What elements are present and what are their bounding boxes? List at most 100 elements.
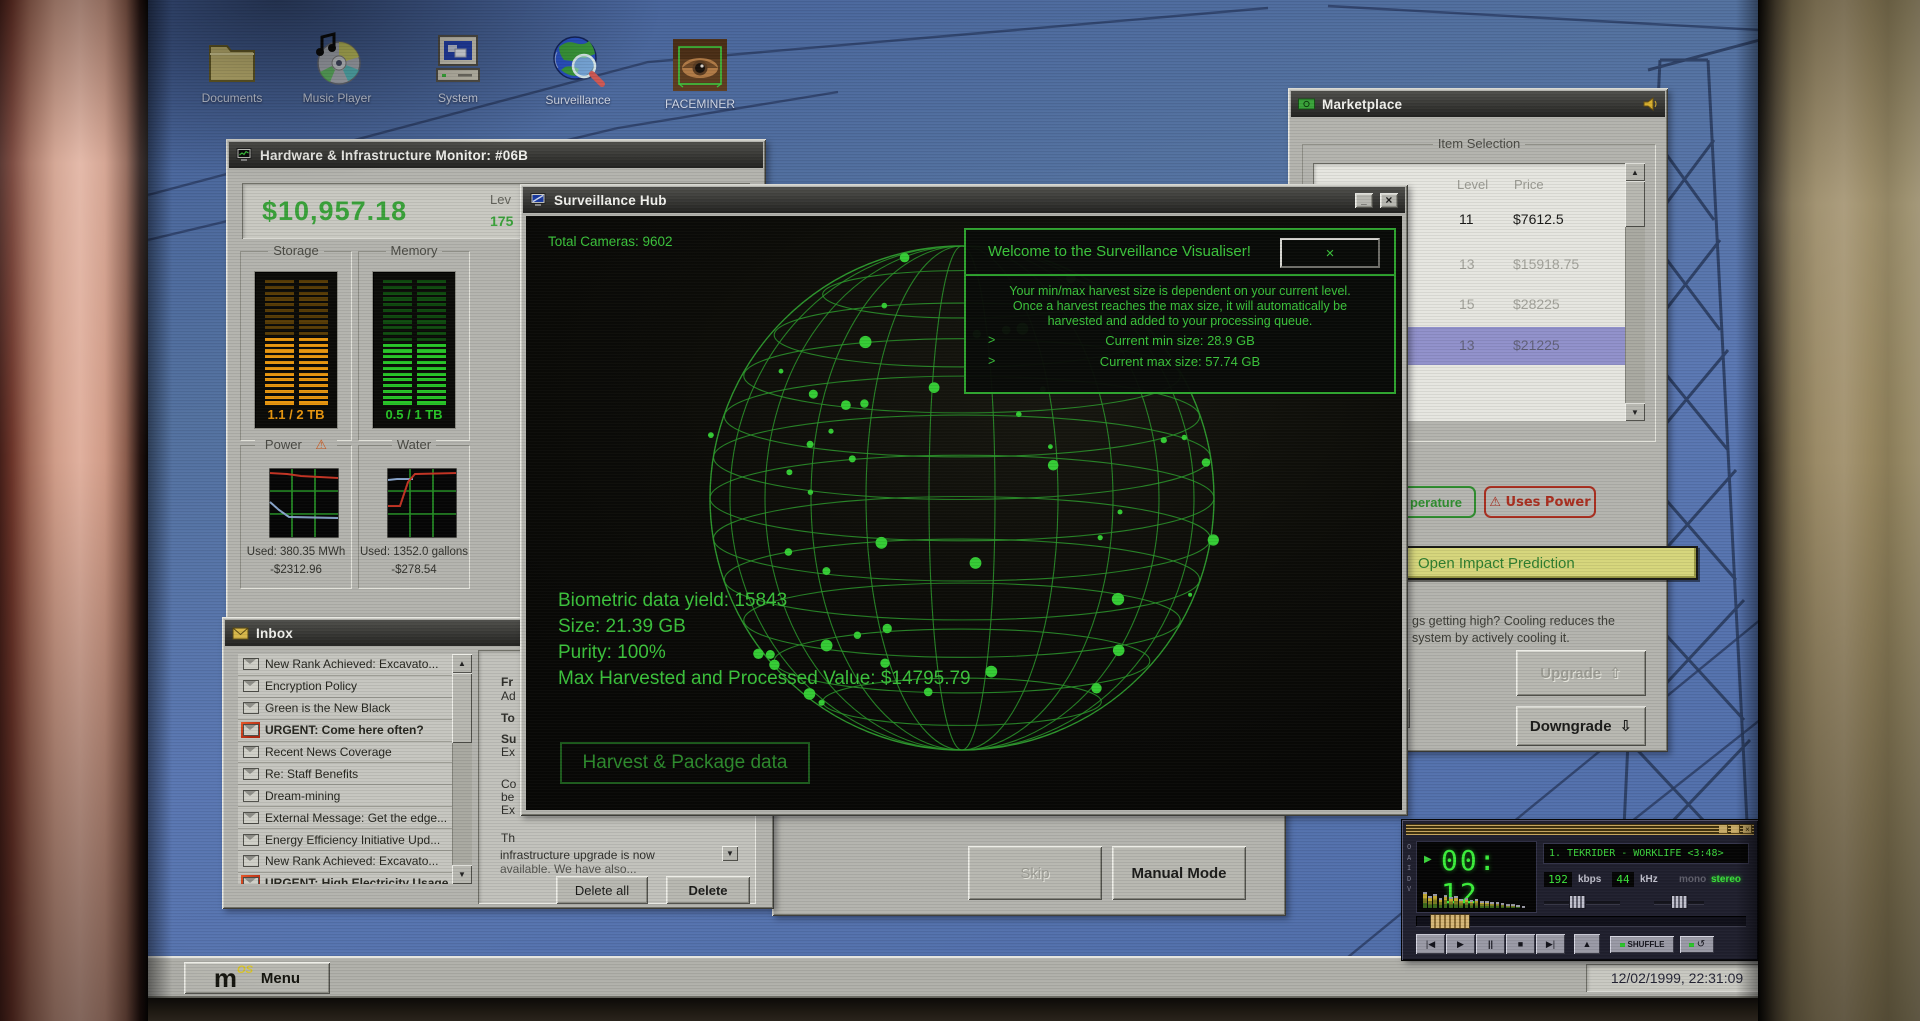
inbox-item[interactable]: Energy Efficiency Initiative Upd... <box>238 829 452 852</box>
uses-power-badge: ⚠ Uses Power <box>1484 486 1596 518</box>
max-size-line: Current max size: 57.74 GB <box>1099 354 1261 369</box>
previous-button[interactable]: |◀ <box>1416 934 1445 954</box>
delete-button[interactable]: Delete <box>666 876 750 904</box>
monitor-bezel-right <box>1758 0 1920 1021</box>
item-level[interactable]: 15 <box>1459 296 1475 312</box>
play-button[interactable]: ▶ <box>1446 934 1475 954</box>
pane-fragment: Th <box>501 831 516 845</box>
seek-bar[interactable] <box>1416 914 1746 929</box>
open-impact-prediction-button[interactable]: Open Impact Prediction <box>1372 546 1698 580</box>
item-price[interactable]: $28225 <box>1513 296 1560 312</box>
shuffle-flag-icon <box>1619 942 1625 947</box>
pane-fragment: Ex <box>501 745 516 759</box>
inbox-item[interactable]: New Rank Achieved: Excavato... <box>238 654 452 676</box>
taskbar-clock[interactable]: 12/02/1999, 22:31:09 <box>1586 964 1768 992</box>
inbox-item[interactable]: New Rank Achieved: Excavato... <box>238 851 452 873</box>
inbox-item[interactable]: Green is the New Black <box>238 697 452 720</box>
inbox-item[interactable]: Re: Staff Benefits <box>238 763 452 786</box>
player-shade-button[interactable] <box>1731 825 1740 834</box>
mail-icon <box>241 853 260 869</box>
scroll-up-button[interactable]: ▲ <box>1625 163 1645 181</box>
item-level[interactable]: 13 <box>1459 256 1475 272</box>
desktop-icon-music-player[interactable]: Music Player <box>291 32 383 105</box>
marketplace-titlebar[interactable]: Marketplace <box>1291 91 1665 117</box>
player-titlebar[interactable]: × <box>1406 824 1754 835</box>
downgrade-button[interactable]: Downgrade ⇩ <box>1516 706 1646 746</box>
shuffle-button[interactable]: SHUFFLE <box>1610 936 1674 953</box>
desktop-icon-label: System <box>437 91 478 105</box>
inbox-item-urgent[interactable]: URGENT: High Electricity Usage <box>238 872 452 884</box>
scroll-down-button[interactable]: ▼ <box>1625 403 1645 421</box>
item-level[interactable]: 11 <box>1459 211 1474 227</box>
menu-button[interactable]: m OS Menu <box>184 962 330 994</box>
skip-button[interactable]: Skip <box>968 846 1102 900</box>
inbox-scrollbar[interactable]: ▲ ▼ <box>452 654 472 884</box>
repeat-button[interactable]: ↺ <box>1680 936 1714 953</box>
item-price: $21225 <box>1513 337 1560 353</box>
desktop-icon-documents[interactable]: Documents <box>186 36 278 105</box>
volume-slider[interactable] <box>1544 896 1620 909</box>
item-price[interactable]: $7612.5 <box>1513 211 1564 227</box>
close-button[interactable]: × <box>1380 192 1398 208</box>
inbox-item-urgent[interactable]: URGENT: Come here often? <box>238 719 452 742</box>
dialog-body: Your min/max harvest size is dependent o… <box>1009 284 1351 328</box>
balance-amount: $10,957.18 <box>262 196 408 226</box>
seek-handle[interactable] <box>1430 914 1470 929</box>
track-title[interactable]: 1. TEKRIDER - WORKLIFE <3:48> <box>1544 844 1748 863</box>
play-indicator-icon: ▶ <box>1424 854 1432 865</box>
inbox-item[interactable]: Dream-mining <box>238 785 452 808</box>
next-button[interactable]: ▶| <box>1536 934 1565 954</box>
eye-photo-icon <box>673 39 727 91</box>
desktop-icon-system[interactable]: System <box>412 32 504 105</box>
item-price[interactable]: $15918.75 <box>1513 256 1579 272</box>
player-display: ▶ 00: 12 <box>1417 842 1536 912</box>
harvest-package-button[interactable]: Harvest & Package data <box>560 742 810 784</box>
desktop-icon-label: Music Player <box>302 91 372 105</box>
mail-preview-line: infrastructure upgrade is now <box>500 848 655 862</box>
scroll-up-button[interactable]: ▲ <box>452 654 472 673</box>
scroll-thumb[interactable] <box>452 673 472 743</box>
storage-value: 1.1 / 2 TB <box>267 407 325 422</box>
minimize-button[interactable]: _ <box>1355 192 1373 208</box>
hardware-monitor-titlebar[interactable]: Hardware & Infrastructure Monitor: #06B <box>229 142 763 168</box>
stop-button[interactable]: ■ <box>1506 934 1535 954</box>
balance-slider[interactable] <box>1654 896 1704 909</box>
power-chart <box>269 468 339 538</box>
pane-from-fragment: Fr <box>501 675 513 689</box>
speaker-icon[interactable] <box>1643 97 1658 111</box>
inbox-item[interactable]: Encryption Policy <box>238 675 452 698</box>
monitor-icon <box>530 193 546 206</box>
preview-scroll-down-button[interactable]: ▼ <box>722 846 738 861</box>
welcome-dialog-title: Welcome to the Surveillance Visualiser! <box>988 243 1251 260</box>
taskbar: m OS Menu 12/02/1999, 22:31:09 <box>148 956 1768 998</box>
inbox-item[interactable]: Recent News Coverage <box>238 741 452 764</box>
power-group: Power ⚠ Used: 380.35 MWh -$2312.96 <box>240 437 352 589</box>
player-close-button[interactable]: × <box>1743 825 1752 834</box>
desktop-icon-faceminer[interactable]: FACEMINER <box>654 38 746 111</box>
item-list-scrollbar[interactable]: ▲ ▼ <box>1625 163 1645 421</box>
upgrade-button[interactable]: Upgrade ⇧ <box>1516 650 1646 696</box>
scroll-down-button[interactable]: ▼ <box>452 865 472 884</box>
os-logo: m <box>213 963 237 993</box>
surveillance-hub-titlebar[interactable]: Surveillance Hub _ × <box>523 187 1405 213</box>
stereo-indicator: stereo <box>1711 874 1742 885</box>
inbox-list[interactable]: New Rank Achieved: Excavato... Encryptio… <box>238 654 472 884</box>
mail-icon <box>241 656 260 672</box>
storage-group: Storage 1.1 / 2 TB <box>240 243 352 441</box>
delete-all-button[interactable]: Delete all <box>556 876 648 904</box>
power-used: Used: 380.35 MWh <box>246 546 346 558</box>
power-label: Power <box>259 437 307 452</box>
samplerate-unit: kHz <box>1640 874 1658 885</box>
manual-mode-button[interactable]: Manual Mode <box>1112 846 1246 900</box>
dialog-close-button[interactable]: × <box>1280 238 1380 268</box>
scroll-thumb[interactable] <box>1625 181 1645 227</box>
samplerate-value: 44 <box>1612 872 1634 887</box>
mode-panel: Skip Manual Mode <box>772 810 1286 916</box>
pause-button[interactable]: || <box>1476 934 1505 954</box>
desktop-icon-surveillance[interactable]: Surveillance <box>532 32 624 107</box>
inbox-item[interactable]: External Message: Get the edge... <box>238 807 452 830</box>
player-minimize-button[interactable] <box>1719 825 1728 834</box>
power-cost: -$2312.96 <box>270 564 322 576</box>
eject-button[interactable]: ▲ <box>1574 934 1600 954</box>
clutterbar[interactable]: OAIDV <box>1407 842 1415 895</box>
